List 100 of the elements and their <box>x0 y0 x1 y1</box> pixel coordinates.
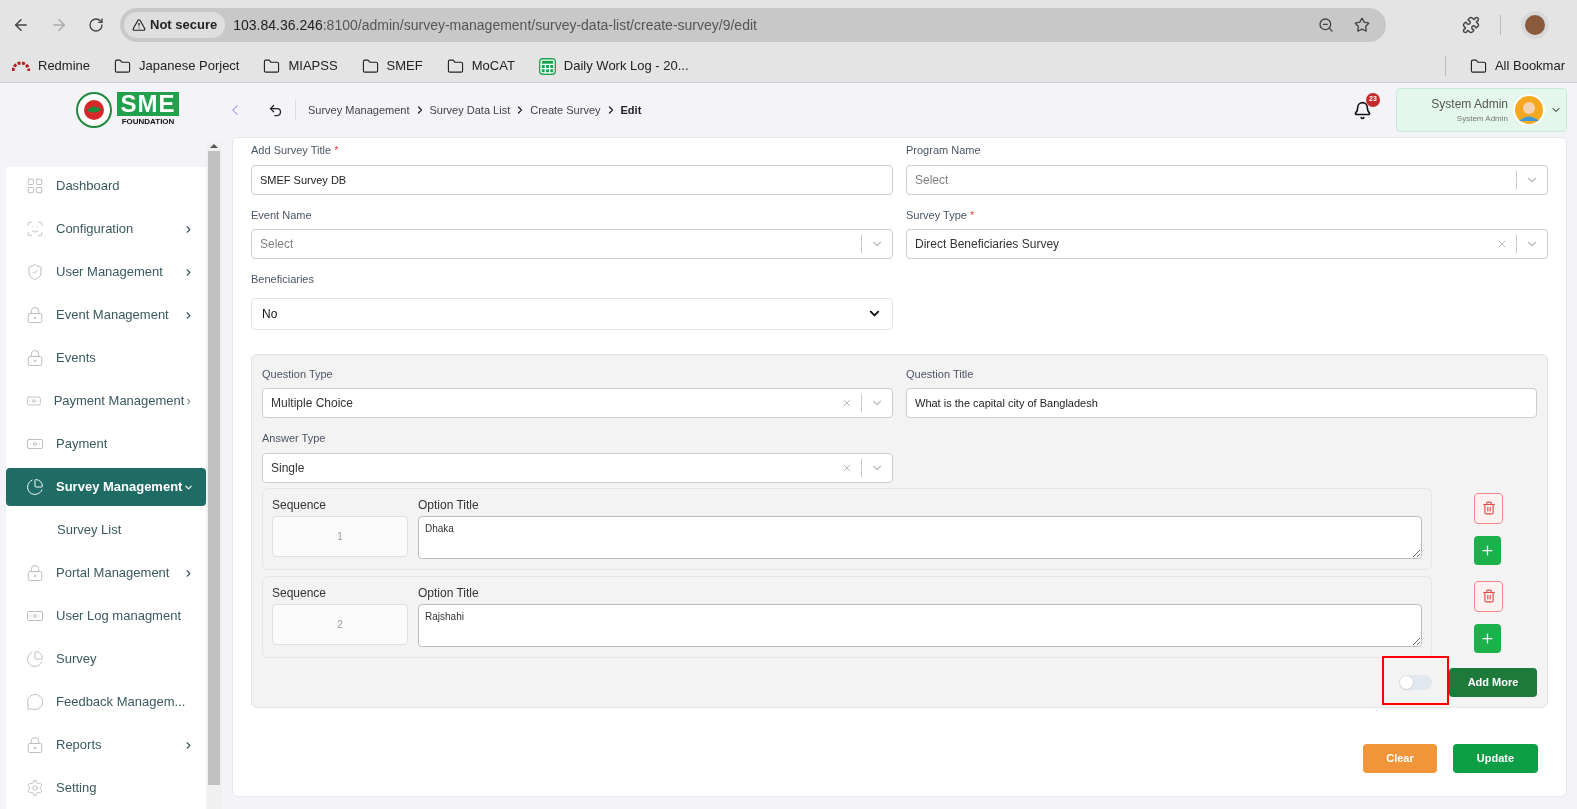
sidebar-item[interactable]: Reports <box>6 726 206 764</box>
lock-icon <box>26 349 44 367</box>
trash-icon <box>1481 589 1496 603</box>
star-icon[interactable] <box>1354 17 1370 33</box>
field-label: Answer Type <box>262 431 327 446</box>
emblem-icon <box>75 91 114 129</box>
plus-icon <box>1480 630 1495 646</box>
dropdown[interactable]: No <box>251 297 893 330</box>
bookmark[interactable]: MIAPSS <box>263 56 338 76</box>
update-button[interactable]: Update <box>1453 743 1538 773</box>
text-field[interactable]: SMEF Survey DB <box>251 164 893 195</box>
delete-button[interactable] <box>1474 492 1503 524</box>
security-chip[interactable]: Not secure <box>124 12 226 38</box>
sidebar-item[interactable]: Survey <box>6 640 206 678</box>
sidebar-item[interactable]: Portal Management <box>6 554 206 592</box>
sidebar-item[interactable]: Survey Management <box>6 468 206 506</box>
back-icon[interactable] <box>268 102 283 118</box>
bookmark[interactable]: Japanese Porject <box>114 56 240 76</box>
sidebar-item[interactable]: Dashboard <box>6 167 206 205</box>
add-button[interactable] <box>1474 535 1501 565</box>
bookmark[interactable]: SMEF <box>361 56 423 76</box>
field-label: Event Name <box>251 207 313 223</box>
select-field[interactable]: Select <box>251 229 893 259</box>
folder-icon <box>263 57 281 75</box>
url-text: 103.84.36.246:8100/admin/survey-management/survey-data-list/create-survey/9/edit <box>233 15 757 35</box>
reload-icon[interactable] <box>88 17 104 33</box>
chat-icon <box>26 693 44 711</box>
logo-subtitle: FOUNDATION <box>121 116 175 128</box>
gear-icon <box>26 779 44 797</box>
field-label: Survey Type * <box>906 207 976 223</box>
scrollbar-thumb[interactable] <box>208 151 220 785</box>
text-field[interactable]: What is the capital city of Bangladesh <box>906 388 1537 418</box>
toggle-switch[interactable] <box>1399 674 1432 690</box>
scroll-up-icon[interactable] <box>210 141 218 151</box>
select-field[interactable]: Single <box>262 452 893 483</box>
bookmark[interactable]: MoCAT <box>446 56 515 76</box>
folder-icon <box>1469 57 1487 75</box>
sidebar-item[interactable]: Payment <box>6 425 206 463</box>
lock-icon <box>26 736 44 754</box>
sidebar-item[interactable]: Feedback Managem... <box>6 683 206 721</box>
spreadsheet-icon <box>538 57 556 75</box>
folder-icon <box>361 57 379 75</box>
field-label: Sequence <box>272 496 328 514</box>
profile-avatar[interactable] <box>1521 11 1549 39</box>
redmine-icon <box>12 60 30 72</box>
select-field[interactable]: Direct Beneficiaries Survey <box>906 229 1548 259</box>
add-button[interactable] <box>1474 623 1501 653</box>
field-label: Program Name <box>906 143 982 158</box>
sequence-field: 2 <box>272 603 408 645</box>
plus-icon <box>1480 542 1495 558</box>
bookmark[interactable]: All Bookmar <box>1469 56 1565 76</box>
pie-chart-icon <box>26 478 44 496</box>
field-label: Option Title <box>418 496 480 514</box>
shield-icon <box>26 263 44 281</box>
sidebar-item[interactable]: Payment Management <box>6 382 206 420</box>
bookmark[interactable]: Redmine <box>12 56 91 76</box>
breadcrumb-link[interactable]: Edit <box>620 101 642 119</box>
sidebar-item[interactable]: Configuration <box>6 210 206 248</box>
add-more-button[interactable]: Add More <box>1449 667 1537 697</box>
option-title-field[interactable]: Dhaka <box>418 515 1422 559</box>
lock-icon <box>26 306 44 324</box>
option-title-field[interactable]: Rajshahi <box>418 603 1422 647</box>
scan-icon <box>26 220 44 238</box>
field-label: Sequence <box>272 584 328 602</box>
breadcrumb-link[interactable]: Survey Management <box>308 101 410 119</box>
delete-button[interactable] <box>1474 580 1503 612</box>
sidebar-subitem[interactable]: Survey List <box>6 511 206 549</box>
field-label: Question Title <box>906 366 975 382</box>
logo-text: SME <box>117 92 179 116</box>
field-label: Option Title <box>418 584 480 602</box>
user-name: System Admin <box>1431 96 1508 113</box>
user-role: System Admin <box>1456 113 1508 125</box>
clear-icon <box>841 397 853 409</box>
chevron-right-icon <box>184 395 194 407</box>
field-label: Question Type <box>262 366 334 382</box>
select-field[interactable]: Select <box>906 164 1548 195</box>
back-icon[interactable] <box>12 16 30 34</box>
sidebar-item[interactable]: Setting <box>6 769 206 807</box>
clear-icon <box>1496 238 1508 250</box>
trash-icon <box>1481 501 1496 515</box>
folder-icon <box>446 57 464 75</box>
extensions-icon[interactable] <box>1462 16 1480 34</box>
select-field[interactable]: Multiple Choice <box>262 388 893 418</box>
zoom-icon[interactable] <box>1318 17 1334 33</box>
field-label: Add Survey Title * <box>251 143 340 158</box>
user-menu[interactable]: System Admin System Admin <box>1396 88 1567 132</box>
field-label: Beneficiaries <box>251 272 315 287</box>
sequence-field: 1 <box>272 515 408 557</box>
sidebar-item[interactable]: Event Management <box>6 296 206 334</box>
folder-icon <box>114 57 132 75</box>
lock-icon <box>26 564 44 582</box>
breadcrumb-link[interactable]: Create Survey <box>530 101 601 119</box>
sidebar-item[interactable]: User Management <box>6 253 206 291</box>
bell-icon[interactable] <box>1353 100 1372 120</box>
sidebar-item[interactable]: Events <box>6 339 206 377</box>
pie-chart-icon <box>26 650 44 668</box>
address-bar[interactable]: Not secure 103.84.36.246:8100/admin/survey-management/survey-data-list/create-survey/9/edit <box>120 8 1386 42</box>
breadcrumb-link[interactable]: Survey Data List <box>429 101 511 119</box>
bookmark[interactable]: Daily Work Log - 20... <box>538 56 689 76</box>
sidebar-item[interactable]: User Log managment <box>6 597 206 635</box>
